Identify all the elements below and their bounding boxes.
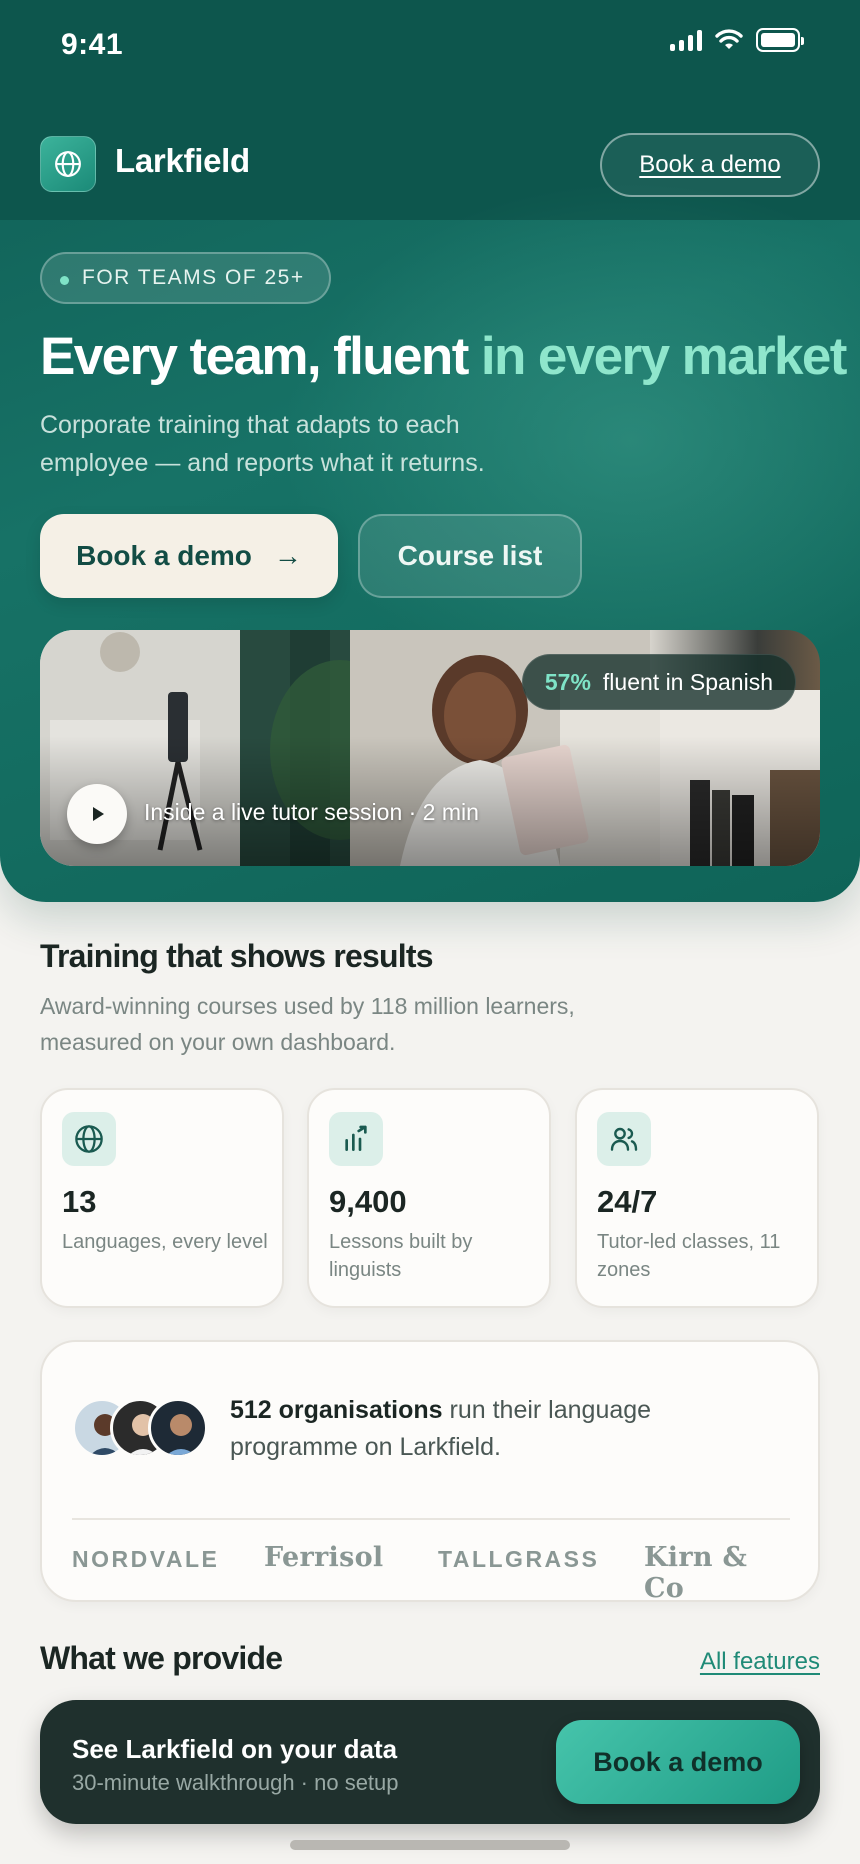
results-title: Training that shows results [40,938,434,974]
globe-logo-icon[interactable] [40,136,96,192]
stat-card-lessons: 9,400 Lessons built by linguists [307,1088,551,1308]
nav-book-demo-button[interactable]: Book a demo [600,133,820,197]
organisations-card: 512 organisations run their language pro… [40,1340,820,1604]
pill-dot-icon [60,276,69,285]
home-indicator[interactable] [290,1840,570,1850]
chart-icon [329,1112,383,1166]
video-caption: Inside a live tutor session · 2 min [144,799,479,825]
headline-accent: in every market [480,327,848,386]
stat-value: 24/7 [597,1184,658,1219]
hero-book-demo-button[interactable]: Book a demo → [40,514,338,598]
arrow-right-icon: → [273,540,302,571]
avatar-stack [72,1398,212,1458]
pill-label: FOR TEAMS OF 25+ [82,266,305,289]
hero-subline: Corporate training that adapts to each e… [40,411,485,477]
client-logo-kirn: Kirn & Co [644,1542,748,1604]
badge-text: fluent in Spanish [602,668,773,695]
top-nav: Larkfield Book a demo [40,133,820,198]
video-preview[interactable]: 57% fluent in Spanish Inside a live tuto… [40,630,820,866]
cta-book-demo-button[interactable]: Book a demo [556,1720,800,1804]
provide-title: What we provide [40,1640,283,1676]
client-logo-ferrisol: Ferrisol [264,1542,384,1573]
signal-icon [670,29,702,51]
badge-percent: 57% [544,668,591,695]
results-subtitle: Award-winning courses used by 118 millio… [40,993,575,1055]
hero-section: 9:41 Larkfield Book a demo FOR TEAMS OF … [0,0,860,902]
audience-pill: FOR TEAMS OF 25+ [40,252,331,304]
client-logos: NORDVALE Ferrisol TALLGRASS Kirn & Co [72,1542,792,1604]
status-time: 9:41 [61,28,124,61]
cta-title: See Larkfield on your data [72,1734,398,1764]
organisations-count: 512 organisations [230,1396,443,1424]
hero-headline: Every team, fluent in every market [40,326,847,387]
avatar [148,1398,208,1458]
organisations-text: 512 organisations run their language pro… [230,1392,750,1466]
sticky-cta-bar: See Larkfield on your data 30-minute wal… [40,1700,820,1824]
stat-value: 13 [62,1184,97,1219]
client-logo-nordvale: NORDVALE [72,1546,220,1572]
course-list-button[interactable]: Course list [358,514,582,598]
stat-value: 9,400 [329,1184,407,1219]
headline-main: Every team, fluent [40,327,481,386]
stat-label: Lessons built by linguists [329,1231,473,1281]
client-logo-tallgrass: TALLGRASS [438,1546,600,1572]
play-icon [93,807,104,821]
brand-name[interactable]: Larkfield [115,142,250,180]
stat-label: Tutor-led classes, 11 zones [597,1231,781,1281]
status-icons [670,28,804,52]
stat-card-tutors: 24/7 Tutor-led classes, 11 zones [575,1088,819,1308]
hero-book-demo-label: Book a demo [76,540,252,571]
users-icon [597,1112,651,1166]
divider [72,1518,790,1520]
progress-badge: 57% fluent in Spanish [521,654,796,710]
status-bar: 9:41 [0,0,860,96]
play-button[interactable] [67,784,127,844]
wifi-icon [715,29,743,49]
all-features-link[interactable]: All features [700,1648,820,1676]
battery-icon [756,28,804,52]
globe-icon [62,1112,116,1166]
stat-card-languages: 13 Languages, every level [40,1088,284,1308]
stat-label: Languages, every level [62,1231,268,1253]
cta-subtitle: 30-minute walkthrough · no setup [72,1770,399,1795]
